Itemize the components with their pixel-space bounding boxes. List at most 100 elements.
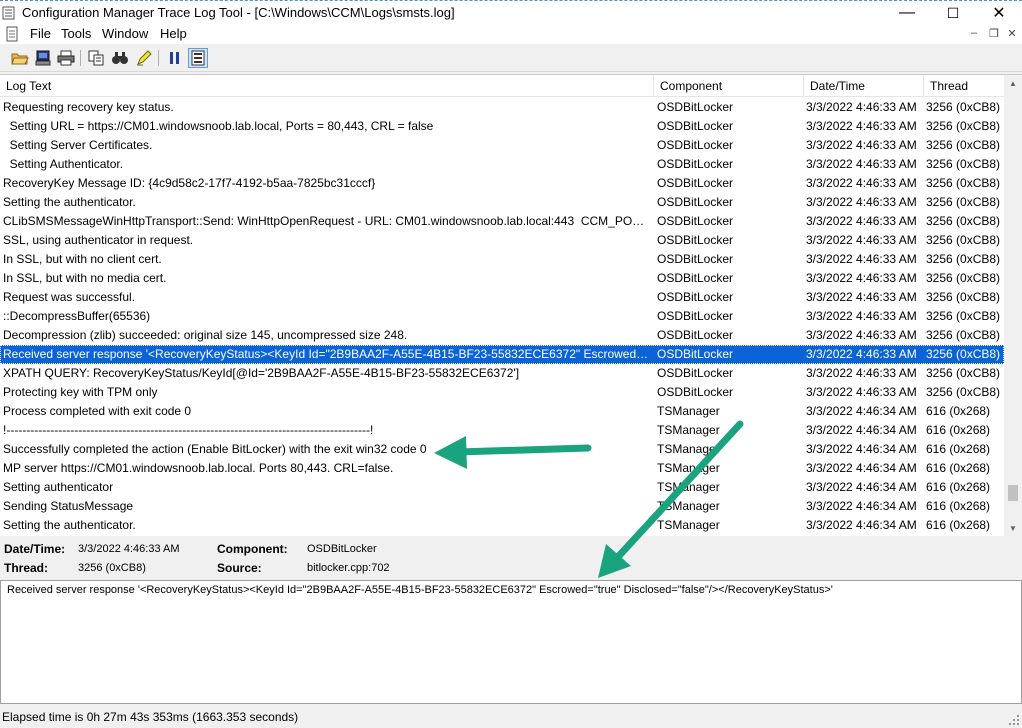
component-cell: TSManager	[657, 461, 720, 475]
log-row[interactable]: !---------------------------------------…	[0, 421, 1004, 440]
thread-cell: 3256 (0xCB8)	[926, 328, 1001, 342]
vertical-scrollbar[interactable]: ▲ ▼	[1004, 75, 1022, 537]
toolbar	[0, 44, 1022, 72]
mdi-minimize-button[interactable]: –	[966, 27, 982, 39]
log-row[interactable]: In SSL, but with no media cert. OSDBitLoc…	[0, 269, 1004, 288]
thread-cell: 3256 (0xCB8)	[926, 252, 1001, 266]
log-row[interactable]: Setting URL = https://CM01.windowsnoob.l…	[0, 117, 1004, 136]
thread-cell: 3256 (0xCB8)	[926, 176, 1001, 190]
mdi-restore-button[interactable]: ❐	[986, 27, 1002, 40]
error-lookup-icon[interactable]	[188, 48, 208, 68]
scroll-up-icon[interactable]: ▲	[1004, 75, 1022, 92]
datetime-cell: 3/3/2022 4:46:34 AM	[806, 461, 917, 475]
datetime-label: Date/Time:	[4, 542, 66, 556]
log-text-cell: Received server response '<RecoveryKeySt…	[3, 347, 651, 361]
menu-tools[interactable]: Tools	[61, 26, 91, 41]
thread-cell: 616 (0x268)	[926, 480, 991, 494]
thread-cell: 616 (0x268)	[926, 404, 991, 418]
datetime-cell: 3/3/2022 4:46:33 AM	[806, 309, 917, 323]
log-text-cell: Setting the authenticator.	[3, 518, 136, 532]
datetime-cell: 3/3/2022 4:46:33 AM	[806, 100, 917, 114]
component-cell: OSDBitLocker	[657, 157, 734, 171]
log-row[interactable]: Requesting recovery key status. OSDBitLoc…	[0, 98, 1004, 117]
log-row[interactable]: XPATH QUERY: RecoveryKeyStatus/KeyId[@Id…	[0, 364, 1004, 383]
log-row[interactable]: In SSL, but with no client cert. OSDBitLo…	[0, 250, 1004, 269]
log-row[interactable]: SSL, using authenticator in request. OSDB…	[0, 231, 1004, 250]
menu-help[interactable]: Help	[160, 26, 187, 41]
log-row[interactable]: RecoveryKey Message ID: {4c9d58c2-17f7-4…	[0, 174, 1004, 193]
datetime-cell: 3/3/2022 4:46:33 AM	[806, 214, 917, 228]
log-text-cell: Decompression (zlib) succeeded: original…	[3, 328, 408, 342]
column-header-log-text[interactable]: Log Text	[0, 75, 654, 97]
component-cell: OSDBitLocker	[657, 328, 734, 342]
log-row[interactable]: Decompression (zlib) succeeded: original…	[0, 326, 1004, 345]
menu-file[interactable]: File	[30, 26, 51, 41]
datetime-cell: 3/3/2022 4:46:33 AM	[806, 157, 917, 171]
resize-grip-icon[interactable]	[1008, 714, 1020, 726]
open-icon[interactable]	[10, 48, 30, 68]
highlight-icon[interactable]	[134, 48, 154, 68]
scroll-thumb[interactable]	[1008, 485, 1018, 501]
print-icon[interactable]	[56, 48, 76, 68]
thread-cell: 3256 (0xCB8)	[926, 100, 1001, 114]
log-row[interactable]: ::DecompressBuffer(65536) OSDBitLocker 3/3…	[0, 307, 1004, 326]
log-text-cell: Setting the authenticator.	[3, 195, 136, 209]
component-cell: TSManager	[657, 480, 720, 494]
column-header-component[interactable]: Component	[654, 75, 804, 97]
open-on-server-icon[interactable]	[33, 48, 53, 68]
menu-bar: File Tools Window Help – ❐ ✕	[0, 24, 1022, 44]
log-text-cell: Setting Server Certificates.	[3, 138, 153, 152]
log-row[interactable]: Protecting key with TPM only OSDBitLocker…	[0, 383, 1004, 402]
component-cell: OSDBitLocker	[657, 233, 734, 247]
datetime-cell: 3/3/2022 4:46:33 AM	[806, 233, 917, 247]
column-header-thread[interactable]: Thread	[924, 75, 1004, 97]
log-text-cell: Setting URL = https://CM01.windowsnoob.l…	[3, 119, 434, 133]
log-list[interactable]: Log Text Component Date/Time Thread Requ…	[0, 74, 1022, 537]
log-row[interactable]: Setting Server Certificates. OSDBitLocker…	[0, 136, 1004, 155]
component-cell: TSManager	[657, 404, 720, 418]
log-text-cell: Request was successful.	[3, 290, 136, 304]
copy-icon[interactable]	[86, 48, 106, 68]
log-text-cell: Setting authenticator	[3, 480, 114, 494]
log-row[interactable]: MP server https://CM01.windowsnoob.lab.l…	[0, 459, 1004, 478]
log-text-cell: In SSL, but with no client cert.	[3, 252, 162, 266]
component-cell: OSDBitLocker	[657, 366, 734, 380]
thread-cell: 616 (0x268)	[926, 442, 991, 456]
component-cell: OSDBitLocker	[657, 309, 734, 323]
thread-cell: 3256 (0xCB8)	[926, 309, 1001, 323]
component-cell: OSDBitLocker	[657, 252, 734, 266]
component-cell: OSDBitLocker	[657, 195, 734, 209]
component-value: OSDBitLocker	[307, 543, 377, 555]
document-icon[interactable]	[4, 26, 20, 42]
log-row[interactable]: CLibSMSMessageWinHttpTransport::Send: Wi…	[0, 212, 1004, 231]
log-row[interactable]: Setting the authenticator. TSManager 3/3/2…	[0, 516, 1004, 535]
scroll-down-icon[interactable]: ▼	[1004, 520, 1022, 537]
close-button[interactable]: ✕	[976, 1, 1022, 25]
find-icon[interactable]	[110, 48, 130, 68]
component-cell: TSManager	[657, 423, 720, 437]
thread-value: 3256 (0xCB8)	[78, 562, 146, 574]
log-row[interactable]: Setting authenticator TSManager 3/3/2022 4…	[0, 478, 1004, 497]
log-row[interactable]: Sending StatusMessage TSManager 3/3/2022 4…	[0, 497, 1004, 516]
log-text-cell: !---------------------------------------…	[3, 423, 374, 437]
mdi-close-button[interactable]: ✕	[1004, 27, 1020, 40]
log-row[interactable]: Request was successful. OSDBitLocker 3/3/2…	[0, 288, 1004, 307]
pause-icon[interactable]	[165, 48, 185, 68]
log-row[interactable]: Setting Authenticator. OSDBitLocker 3/3/20…	[0, 155, 1004, 174]
log-text-cell: Successfully completed the action (Enabl…	[3, 442, 427, 456]
message-text-box[interactable]: Received server response '<RecoveryKeySt…	[0, 580, 1022, 704]
column-header-datetime[interactable]: Date/Time	[804, 75, 924, 97]
minimize-button[interactable]: —	[884, 1, 930, 25]
component-cell: TSManager	[657, 518, 720, 532]
log-text-cell: CLibSMSMessageWinHttpTransport::Send: Wi…	[3, 214, 651, 228]
log-row[interactable]: Successfully completed the action (Enabl…	[0, 440, 1004, 459]
log-row-selected[interactable]: Received server response '<RecoveryKeySt…	[0, 345, 1004, 364]
maximize-button[interactable]: ☐	[930, 1, 976, 25]
datetime-cell: 3/3/2022 4:46:33 AM	[806, 252, 917, 266]
datetime-cell: 3/3/2022 4:46:33 AM	[806, 290, 917, 304]
datetime-cell: 3/3/2022 4:46:34 AM	[806, 442, 917, 456]
menu-window[interactable]: Window	[102, 26, 148, 41]
component-label: Component:	[217, 542, 288, 556]
log-row[interactable]: Process completed with exit code 0 TSMana…	[0, 402, 1004, 421]
log-row[interactable]: Setting the authenticator. OSDBitLocker 3/…	[0, 193, 1004, 212]
